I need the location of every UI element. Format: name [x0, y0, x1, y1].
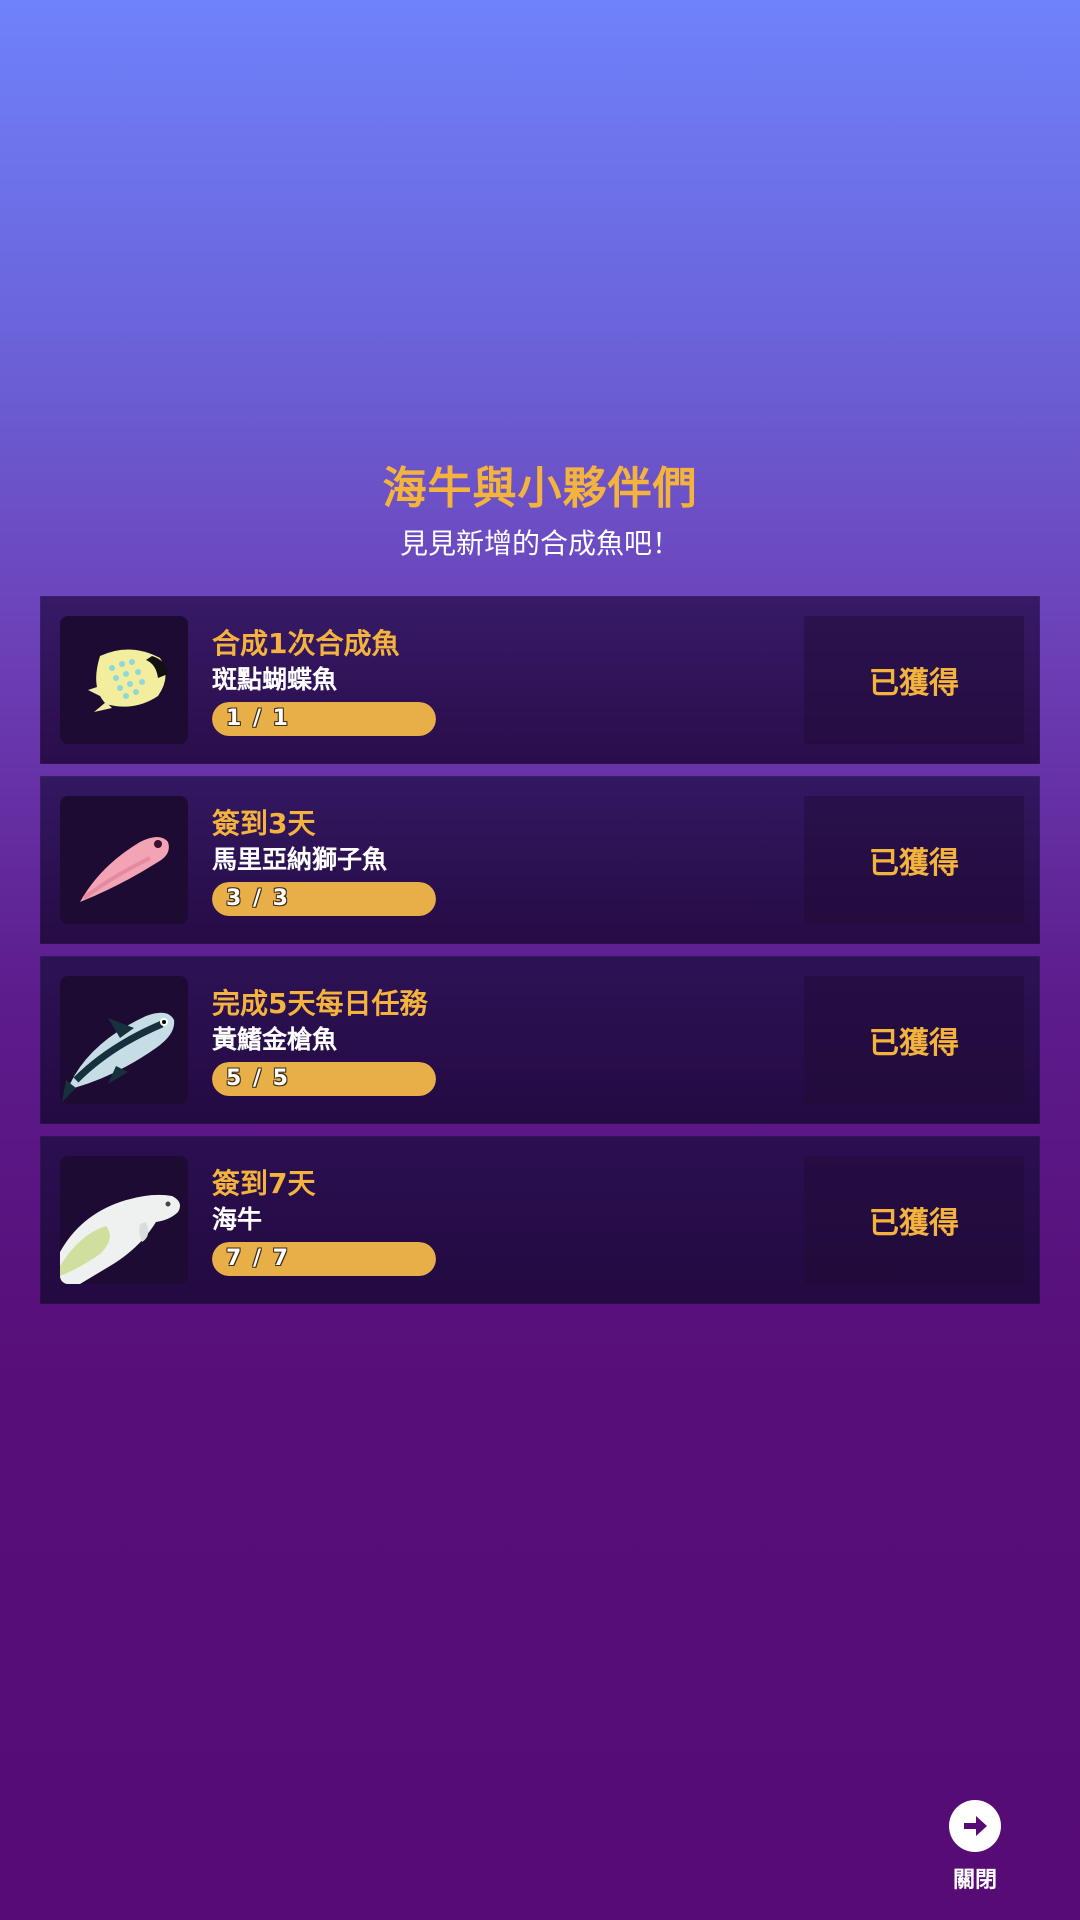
progress-text: 7 / 7: [226, 1246, 290, 1271]
status-badge: 已獲得: [804, 1156, 1024, 1284]
progress-bar: 3 / 3: [212, 882, 436, 916]
progress-bar: 7 / 7: [212, 1242, 436, 1276]
list-item: 合成1次合成魚 斑點蝴蝶魚 1 / 1 已獲得: [40, 596, 1040, 764]
reward-list: 合成1次合成魚 斑點蝴蝶魚 1 / 1 已獲得 簽到3天 馬里亞納獅子魚 3 /…: [40, 596, 1040, 1316]
progress-bar: 5 / 5: [212, 1062, 436, 1096]
mariana-snailfish-icon: [60, 796, 188, 924]
list-item: 完成5天每日任務 黃鰭金槍魚 5 / 5 已獲得: [40, 956, 1040, 1124]
page-title: 海牛與小夥伴們: [382, 463, 698, 514]
close-label[interactable]: 關閉: [940, 1862, 1010, 1894]
fish-name: 斑點蝴蝶魚: [212, 665, 338, 694]
fish-name: 馬里亞納獅子魚: [212, 845, 388, 874]
status-badge: 已獲得: [804, 976, 1024, 1104]
arrow-right-icon[interactable]: [949, 1800, 1001, 1852]
page-subtitle: 見見新增的合成魚吧！: [399, 527, 680, 560]
close-button[interactable]: 關閉: [940, 1800, 1010, 1894]
progress-text: 3 / 3: [226, 886, 290, 911]
status-badge: 已獲得: [804, 796, 1024, 924]
yellowfin-tuna-icon: [60, 976, 188, 1104]
status-badge: 已獲得: [804, 616, 1024, 744]
progress-bar: 1 / 1: [212, 702, 436, 736]
task-title: 完成5天每日任務: [212, 987, 428, 1020]
progress-text: 1 / 1: [226, 706, 290, 731]
manatee-icon: [60, 1156, 188, 1284]
list-item: 簽到7天 海牛 7 / 7 已獲得: [40, 1136, 1040, 1304]
fish-name: 黃鰭金槍魚: [212, 1025, 338, 1054]
task-title: 簽到3天: [212, 807, 316, 840]
list-item: 簽到3天 馬里亞納獅子魚 3 / 3 已獲得: [40, 776, 1040, 944]
task-title: 合成1次合成魚: [212, 627, 400, 660]
task-title: 簽到7天: [212, 1167, 316, 1200]
fish-name: 海牛: [212, 1205, 263, 1234]
spotted-butterflyfish-icon: [60, 616, 188, 744]
progress-text: 5 / 5: [226, 1066, 290, 1091]
